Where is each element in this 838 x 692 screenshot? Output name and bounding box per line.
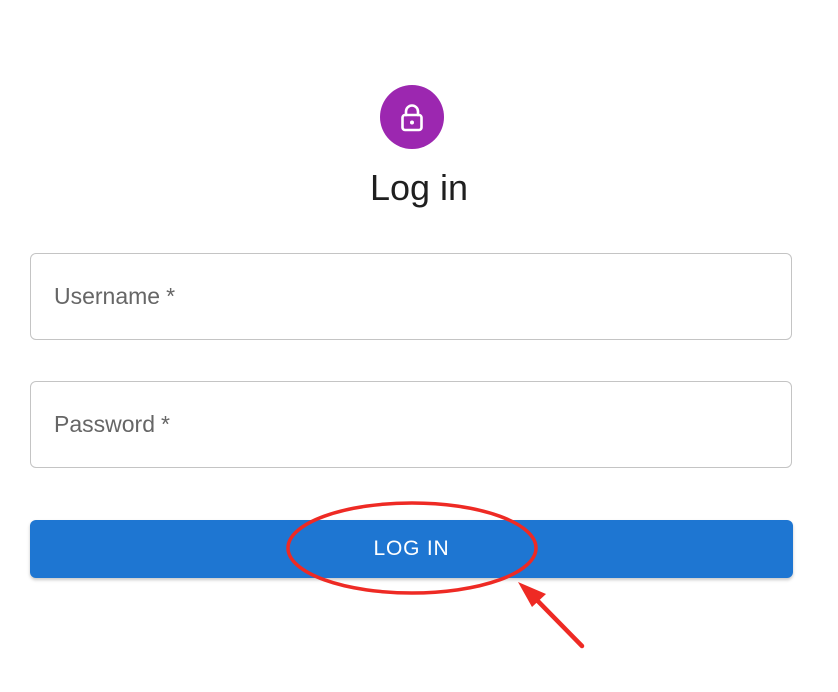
username-label: Username * <box>54 283 176 309</box>
required-marker: * <box>166 283 176 309</box>
username-field[interactable]: Username * <box>30 253 792 340</box>
password-field[interactable]: Password * <box>30 381 792 468</box>
page-title: Log in <box>369 167 469 208</box>
password-label: Password * <box>54 411 170 437</box>
arrow-icon <box>518 582 585 649</box>
login-button[interactable]: LOG IN <box>30 520 793 578</box>
avatar <box>380 85 444 149</box>
required-marker: * <box>160 411 170 437</box>
lock-icon <box>397 102 427 132</box>
